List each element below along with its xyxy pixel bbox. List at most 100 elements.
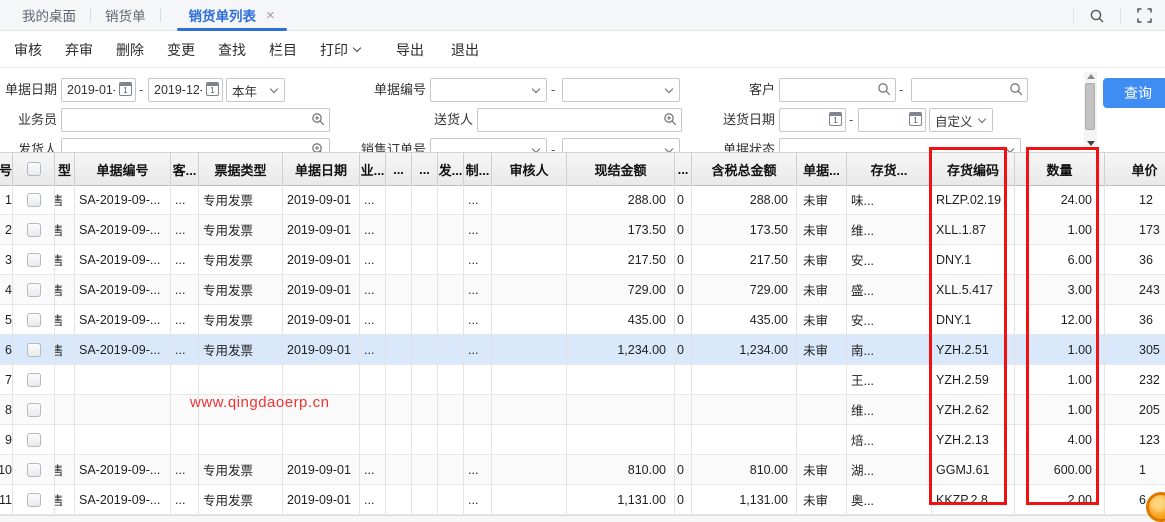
- deliverer-input[interactable]: [477, 108, 682, 132]
- columns-button[interactable]: 栏目: [260, 40, 306, 60]
- table-row[interactable]: 8维...YZH.2.621.00205: [0, 395, 1165, 425]
- column-header-total[interactable]: 含税总金额: [692, 153, 797, 186]
- calendar-icon[interactable]: [909, 112, 922, 126]
- row-checkbox[interactable]: [27, 283, 41, 297]
- salesman-input[interactable]: [61, 108, 330, 132]
- table-row[interactable]: 7王...YZH.2.591.00232: [0, 365, 1165, 395]
- bill-no-to-input[interactable]: [562, 78, 680, 102]
- change-button[interactable]: 变更: [158, 40, 204, 60]
- row-checkbox[interactable]: [27, 313, 41, 327]
- table-row[interactable]: 2售SA-2019-09-......专用发票2019-09-01......1…: [0, 215, 1165, 245]
- row-checkbox[interactable]: [27, 403, 41, 417]
- cell-cb[interactable]: [13, 275, 55, 305]
- cell-cb[interactable]: [13, 365, 55, 395]
- cell-e2: [412, 365, 438, 395]
- column-header-trunc[interactable]: ...: [675, 153, 692, 186]
- calendar-icon[interactable]: [206, 82, 219, 96]
- date-preset-select[interactable]: [226, 78, 285, 102]
- scroll-up-arrow-icon[interactable]: [1087, 74, 1095, 79]
- column-header-item_code[interactable]: 存货编码: [932, 153, 1015, 186]
- search-icon[interactable]: [877, 82, 892, 102]
- cell-cb[interactable]: [13, 335, 55, 365]
- filter-scrollbar[interactable]: [1084, 72, 1097, 149]
- table-row[interactable]: 9焙...YZH.2.134.00123: [0, 425, 1165, 455]
- row-checkbox[interactable]: [27, 193, 41, 207]
- column-header-bill_no[interactable]: 单据编号: [75, 153, 171, 186]
- calendar-icon[interactable]: [829, 112, 842, 126]
- table-row[interactable]: 5售SA-2019-09-......专用发票2019-09-01......4…: [0, 305, 1165, 335]
- cell-bill_date: 2019-09-01: [283, 245, 360, 275]
- find-button[interactable]: 查找: [209, 40, 255, 60]
- query-button[interactable]: 查询: [1103, 78, 1165, 108]
- column-header-bill_date[interactable]: 单据日期: [283, 153, 360, 186]
- tab-sales-invoice-list[interactable]: 销货单列表 ×: [175, 0, 289, 31]
- tab-sales-invoice[interactable]: 销货单: [91, 0, 160, 31]
- cell-cash: 1,131.00: [567, 485, 675, 515]
- search-icon[interactable]: [1084, 3, 1110, 29]
- calendar-icon[interactable]: [119, 82, 132, 96]
- row-checkbox[interactable]: [27, 343, 41, 357]
- row-checkbox[interactable]: [27, 433, 41, 447]
- audit-button[interactable]: 审核: [5, 40, 51, 60]
- select-all-checkbox[interactable]: [27, 162, 41, 176]
- column-header-cb[interactable]: [13, 153, 55, 186]
- delivery-date-preset-select[interactable]: [929, 108, 993, 132]
- cell-no: 2: [0, 215, 13, 245]
- cell-cb[interactable]: [13, 305, 55, 335]
- scroll-down-arrow-icon[interactable]: [1087, 141, 1095, 146]
- table-row[interactable]: 4售SA-2019-09-......专用发票2019-09-01......7…: [0, 275, 1165, 305]
- unaudit-button[interactable]: 弃审: [56, 40, 102, 60]
- search-plus-icon[interactable]: [663, 112, 678, 132]
- cell-cb[interactable]: [13, 215, 55, 245]
- cell-type: 售: [55, 455, 75, 485]
- search-plus-icon[interactable]: [311, 112, 326, 132]
- cell-cb[interactable]: [13, 245, 55, 275]
- table-row[interactable]: 10售SA-2019-09-......专用发票2019-09-01......…: [0, 455, 1165, 485]
- export-button[interactable]: 导出: [387, 40, 433, 60]
- exit-button[interactable]: 退出: [442, 40, 488, 60]
- table-row[interactable]: 1售SA-2019-09-......专用发票2019-09-01......2…: [0, 185, 1165, 215]
- delete-button[interactable]: 删除: [107, 40, 153, 60]
- horizontal-scroll-area[interactable]: [0, 515, 1165, 522]
- row-checkbox[interactable]: [27, 223, 41, 237]
- column-header-type[interactable]: 型: [55, 153, 75, 186]
- column-header-e2[interactable]: ...: [412, 153, 438, 186]
- table-row[interactable]: 11售SA-2019-09-......专用发票2019-09-01......…: [0, 485, 1165, 515]
- cell-cb[interactable]: [13, 485, 55, 515]
- cell-cb[interactable]: [13, 425, 55, 455]
- bill-no-from-input[interactable]: [430, 78, 547, 102]
- tab-my-desktop[interactable]: 我的桌面: [8, 0, 90, 31]
- row-checkbox[interactable]: [27, 373, 41, 387]
- column-header-auditor[interactable]: 审核人: [492, 153, 567, 186]
- column-header-no[interactable]: 序号: [0, 153, 13, 186]
- column-header-item_name[interactable]: 存货...: [847, 153, 932, 186]
- bill-no-to-select[interactable]: [562, 78, 680, 102]
- cell-cb[interactable]: [13, 185, 55, 215]
- column-header-price[interactable]: 单价: [1105, 153, 1165, 186]
- print-button[interactable]: 打印: [311, 40, 369, 60]
- column-header-salesman[interactable]: 业...: [360, 153, 386, 186]
- column-header-invoice_type[interactable]: 票据类型: [199, 153, 283, 186]
- cell-e1: [386, 245, 412, 275]
- column-header-status[interactable]: 单据...: [797, 153, 847, 186]
- column-header-e3[interactable]: 发...: [438, 153, 464, 186]
- table-row[interactable]: 3售SA-2019-09-......专用发票2019-09-01......2…: [0, 245, 1165, 275]
- column-header-qty[interactable]: 数量: [1015, 153, 1105, 186]
- cell-item_name: 焙...: [847, 425, 932, 455]
- close-icon[interactable]: ×: [266, 7, 275, 24]
- row-checkbox[interactable]: [27, 253, 41, 267]
- bill-no-from-select[interactable]: [430, 78, 547, 102]
- column-header-e1[interactable]: ...: [386, 153, 412, 186]
- cell-cb[interactable]: [13, 455, 55, 485]
- cell-qty: 1.00: [1015, 215, 1105, 245]
- column-header-customer[interactable]: 客...: [171, 153, 199, 186]
- search-icon[interactable]: [1009, 82, 1024, 102]
- cell-cb[interactable]: [13, 395, 55, 425]
- scrollbar-thumb[interactable]: [1085, 83, 1095, 130]
- table-row[interactable]: 6售SA-2019-09-......专用发票2019-09-01......1…: [0, 335, 1165, 365]
- row-checkbox[interactable]: [27, 463, 41, 477]
- column-header-cash[interactable]: 现结金额: [567, 153, 675, 186]
- row-checkbox[interactable]: [27, 493, 41, 507]
- column-header-maker[interactable]: 制...: [464, 153, 492, 186]
- fullscreen-icon[interactable]: [1131, 3, 1157, 29]
